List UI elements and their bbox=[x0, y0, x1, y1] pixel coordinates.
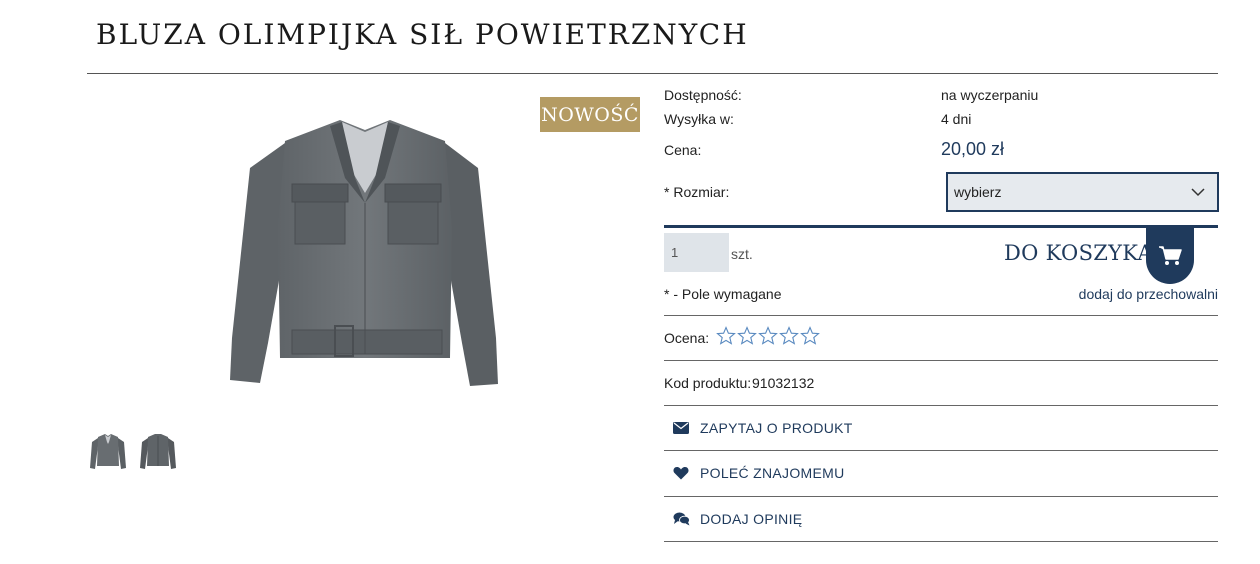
add-review-button[interactable]: DODAJ OPINIĘ bbox=[664, 497, 1218, 541]
star-icon[interactable] bbox=[779, 326, 799, 346]
availability-value: na wyczerpaniu bbox=[941, 87, 1039, 103]
product-code-value: 91032132 bbox=[752, 375, 815, 391]
rating-label: Ocena: bbox=[664, 330, 710, 346]
thumbnail-list bbox=[88, 432, 178, 474]
star-icon[interactable] bbox=[758, 326, 778, 346]
required-note: * - Pole wymagane bbox=[664, 286, 782, 302]
rating-stars[interactable] bbox=[716, 326, 820, 346]
star-icon[interactable] bbox=[716, 326, 736, 346]
add-review-label: DODAJ OPINIĘ bbox=[700, 511, 803, 527]
availability-label: Dostępność: bbox=[664, 87, 742, 103]
size-select[interactable]: wybierz bbox=[947, 173, 1218, 211]
title-divider bbox=[87, 73, 1218, 74]
divider bbox=[664, 315, 1218, 316]
add-to-storage-link[interactable]: dodaj do przechowalni bbox=[1079, 286, 1218, 302]
new-badge: NOWOŚĆ bbox=[540, 97, 640, 132]
product-title: BLUZA OLIMPIJKA SIŁ POWIETRZNYCH bbox=[96, 18, 749, 51]
thumbnail-back[interactable] bbox=[138, 432, 178, 474]
chevron-down-icon bbox=[1191, 188, 1205, 197]
recommend-to-friend-label: POLEĆ ZNAJOMEMU bbox=[700, 465, 845, 481]
size-select-value: wybierz bbox=[954, 184, 1002, 200]
size-label: * Rozmiar: bbox=[664, 184, 730, 200]
star-icon[interactable] bbox=[800, 326, 820, 346]
product-main-image[interactable] bbox=[220, 108, 510, 398]
comments-icon bbox=[671, 511, 691, 527]
envelope-icon bbox=[671, 420, 691, 436]
add-to-cart-button[interactable] bbox=[1146, 228, 1194, 284]
thumbnail-front[interactable] bbox=[88, 432, 128, 474]
divider bbox=[664, 541, 1218, 542]
recommend-to-friend-button[interactable]: POLEĆ ZNAJOMEMU bbox=[664, 451, 1218, 495]
price-value: 20,00 zł bbox=[941, 139, 1005, 159]
ask-about-product-button[interactable]: ZAPYTAJ O PRODUKT bbox=[664, 406, 1218, 450]
shipping-value: 4 dni bbox=[941, 111, 972, 127]
quantity-unit: szt. bbox=[731, 246, 753, 262]
heart-icon bbox=[671, 465, 691, 481]
add-to-cart-label[interactable]: DO KOSZYKA bbox=[1004, 241, 1153, 265]
star-icon[interactable] bbox=[737, 326, 757, 346]
product-code-label: Kod produktu: bbox=[664, 375, 752, 391]
price-label: Cena: bbox=[664, 142, 702, 158]
cart-divider bbox=[664, 225, 1218, 228]
shipping-label: Wysyłka w: bbox=[664, 111, 734, 127]
quantity-input[interactable] bbox=[664, 233, 729, 272]
cart-icon bbox=[1159, 246, 1182, 265]
ask-about-product-label: ZAPYTAJ O PRODUKT bbox=[700, 420, 853, 436]
divider bbox=[664, 360, 1218, 361]
